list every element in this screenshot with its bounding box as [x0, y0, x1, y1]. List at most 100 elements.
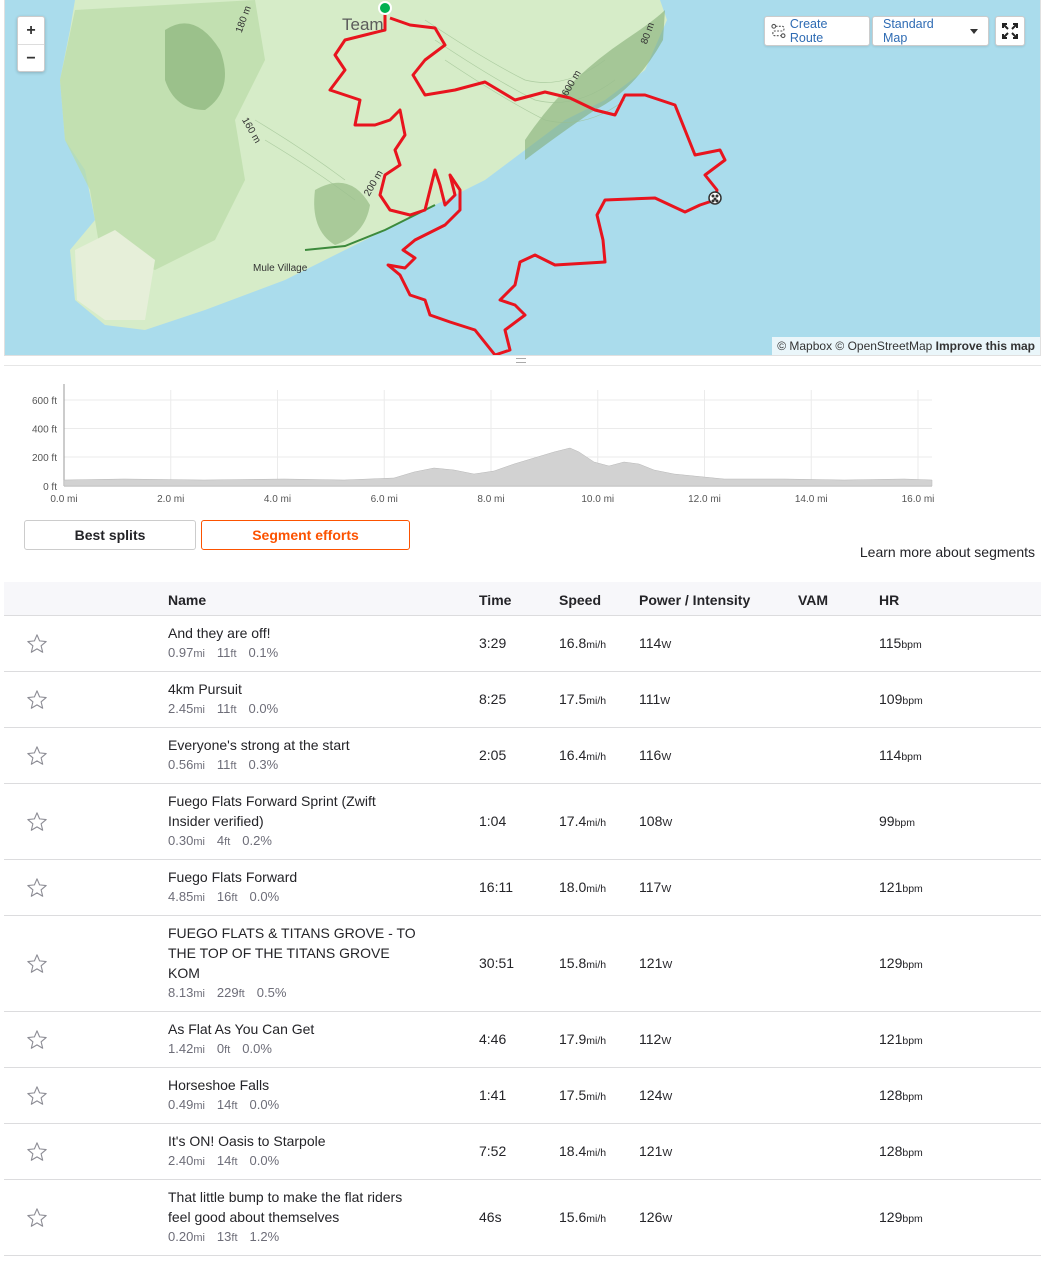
segment-distance: 0.56mi [168, 757, 205, 772]
segment-name[interactable]: Fuego Flats Forward Sprint (Zwift [168, 791, 428, 811]
star-icon[interactable] [26, 689, 48, 711]
segment-distance: 0.49mi [168, 1097, 205, 1112]
x-tick-label: 14.0 mi [795, 494, 828, 505]
segment-hr: 121bpm [879, 879, 923, 895]
segment-name[interactable]: Everyone's strong at the start [168, 735, 428, 755]
improve-map-link[interactable]: Improve this map [936, 339, 1035, 353]
segment-elevation: 14ft [216, 1153, 238, 1168]
segment-time: 2:05 [479, 747, 507, 763]
tab-best-splits[interactable]: Best splits [24, 520, 196, 550]
segment-name[interactable]: FUEGO FLATS & TITANS GROVE - TO [168, 923, 428, 943]
fullscreen-button[interactable] [995, 16, 1025, 46]
segment-name[interactable]: That little bump to make the flat riders [168, 1187, 428, 1207]
table-row[interactable]: As Flat As You Can Get 1.42mi 0ft 0.0% 4:46 1… [4, 1012, 1041, 1068]
table-row[interactable]: And they are off! 0.97mi 11ft 0.1% 3:29 16.8m… [4, 616, 1041, 672]
segment-distance: 0.97mi [168, 645, 205, 660]
map-label-team: Team [342, 15, 384, 34]
segment-hr: 129bpm [879, 955, 923, 971]
table-row[interactable]: Fuego Flats Forward 4.85mi 16ft 0.0% 16:11 18… [4, 860, 1041, 916]
star-icon[interactable] [26, 811, 48, 833]
table-row[interactable]: It's ON! Oasis to Starpole 2.40mi 14ft 0.0%… [4, 1124, 1041, 1180]
chevron-down-icon [970, 28, 978, 34]
segment-name[interactable]: KOM [168, 963, 428, 983]
map-style-dropdown[interactable]: Standard Map [872, 16, 989, 46]
star-icon[interactable] [26, 877, 48, 899]
segment-meta: 2.40mi 14ft 0.0% [168, 1151, 428, 1172]
segment-name[interactable]: As Flat As You Can Get [168, 1019, 428, 1039]
segment-speed: 15.8mi/h [559, 955, 607, 971]
segment-time: 1:41 [479, 1087, 507, 1103]
segment-distance: 0.30mi [168, 833, 205, 848]
star-icon[interactable] [26, 1085, 48, 1107]
segment-elevation: 13ft [216, 1229, 238, 1244]
star-icon[interactable] [26, 1141, 48, 1163]
y-tick-label: 200 ft [32, 453, 57, 464]
segment-name[interactable]: Insider verified) [168, 811, 428, 831]
segment-distance: 4.85mi [168, 889, 205, 904]
table-row[interactable]: FUEGO FLATS & TITANS GROVE - TO THE TOP O… [4, 916, 1041, 1012]
table-row[interactable]: Fuego Flats Forward Sprint (Zwift Insider… [4, 784, 1041, 860]
table-row[interactable]: Everyone's strong at the start 0.56mi 11ft… [4, 728, 1041, 784]
segment-meta: 4.85mi 16ft 0.0% [168, 887, 428, 908]
map-resize-handle[interactable] [4, 356, 1041, 366]
segment-name[interactable]: It's ON! Oasis to Starpole [168, 1131, 428, 1151]
segment-meta: 0.30mi 4ft 0.2% [168, 831, 428, 852]
table-header: Name Time Speed Power / Intensity VAM HR [4, 582, 1041, 616]
segment-speed: 15.6mi/h [559, 1209, 607, 1225]
segment-elevation: 14ft [216, 1097, 238, 1112]
star-icon[interactable] [26, 745, 48, 767]
segment-meta: 0.97mi 11ft 0.1% [168, 643, 428, 664]
segment-hr: 128bpm [879, 1143, 923, 1159]
star-icon[interactable] [26, 1029, 48, 1051]
segment-hr: 114bpm [879, 747, 922, 763]
segment-power: 112W [639, 1031, 672, 1047]
route-icon [771, 23, 786, 39]
star-icon[interactable] [26, 953, 48, 975]
segment-name[interactable]: Fuego Flats Forward [168, 867, 428, 887]
table-row[interactable]: Horseshoe Falls 0.49mi 14ft 0.0% 1:41 17.5mi/… [4, 1068, 1041, 1124]
zoom-control: + − [17, 16, 45, 72]
segment-speed: 17.4mi/h [559, 813, 607, 829]
route-map[interactable]: Team Mule Village 180 m 160 m 200 m 600 … [4, 0, 1041, 356]
segment-name[interactable]: And they are off! [168, 623, 428, 643]
tab-segment-efforts[interactable]: Segment efforts [201, 520, 410, 550]
attribution-text[interactable]: © Mapbox © OpenStreetMap [777, 339, 932, 353]
star-icon[interactable] [26, 1207, 48, 1229]
segment-name[interactable]: 4km Pursuit [168, 679, 428, 699]
x-tick-label: 2.0 mi [157, 494, 184, 505]
learn-more-link[interactable]: Learn more about segments [860, 544, 1035, 560]
fullscreen-icon [1002, 23, 1018, 39]
segment-power: 114W [639, 635, 672, 651]
table-body: And they are off! 0.97mi 11ft 0.1% 3:29 16.8m… [4, 616, 1041, 1262]
col-header-speed: Speed [559, 592, 602, 608]
segment-grade: 0.2% [242, 833, 272, 848]
segment-hr: 99bpm [879, 813, 916, 829]
create-route-button[interactable]: Create Route [764, 16, 870, 46]
segment-time: 8:25 [479, 691, 507, 707]
table-row[interactable]: Sprinty bit0.50mi2ft0.0%1:3718.6mi/h121W… [4, 1256, 1041, 1262]
zoom-in-button[interactable]: + [18, 17, 44, 44]
zoom-out-button[interactable]: − [18, 44, 44, 71]
segment-power: 116W [639, 747, 672, 763]
segment-name[interactable]: feel good about themselves [168, 1207, 428, 1227]
segment-name[interactable]: THE TOP OF THE TITANS GROVE [168, 943, 428, 963]
star-icon[interactable] [26, 633, 48, 655]
segment-hr: 128bpm [879, 1087, 923, 1103]
segment-time: 1:04 [479, 813, 507, 829]
segment-time: 4:46 [479, 1031, 507, 1047]
segment-distance: 2.45mi [168, 701, 205, 716]
col-header-vam: VAM [798, 592, 829, 608]
segments-table: Name Time Speed Power / Intensity VAM HR… [4, 582, 1041, 1262]
segment-speed: 18.4mi/h [559, 1143, 607, 1159]
segment-elevation: 0ft [216, 1041, 231, 1056]
segment-name-cell: It's ON! Oasis to Starpole 2.40mi 14ft 0.0% [168, 1131, 428, 1172]
segment-hr: 115bpm [879, 635, 922, 651]
segment-time: 16:11 [479, 879, 513, 895]
segment-grade: 1.2% [249, 1229, 280, 1244]
segment-name[interactable]: Horseshoe Falls [168, 1075, 428, 1095]
segment-name-cell: Everyone's strong at the start 0.56mi 11ft… [168, 735, 428, 776]
table-row[interactable]: That little bump to make the flat riders… [4, 1180, 1041, 1256]
x-tick-label: 12.0 mi [688, 494, 721, 505]
elevation-chart[interactable]: 600 ft 400 ft 200 ft 0 ft 0.0 mi 2.0 mi 4.0 m… [4, 376, 1041, 511]
table-row[interactable]: 4km Pursuit 2.45mi 11ft 0.0% 8:25 17.5mi/h 111… [4, 672, 1041, 728]
